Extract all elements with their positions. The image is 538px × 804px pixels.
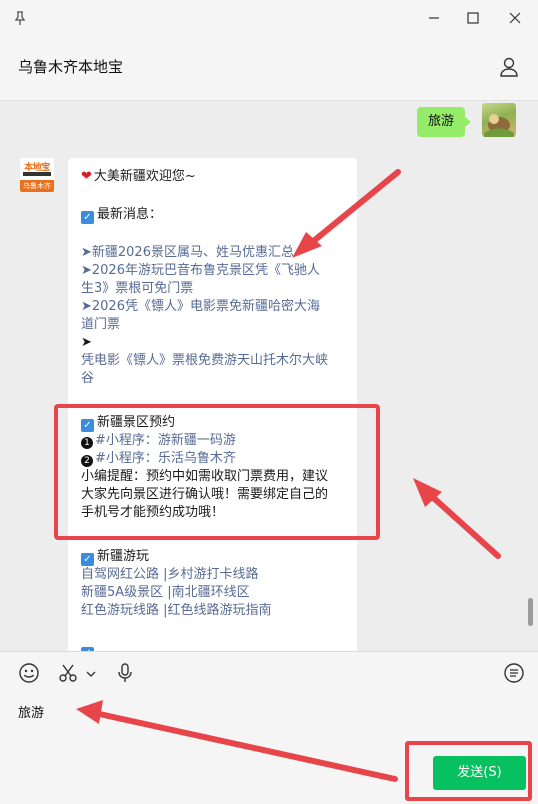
chat-title: 乌鲁木齐本地宝 bbox=[18, 58, 124, 76]
news-link-3-cont[interactable]: 道门票 bbox=[81, 316, 353, 334]
booking-link-2[interactable]: #小程序：乐活乌鲁木齐 bbox=[95, 451, 236, 466]
news-link-2[interactable]: ➤2026年游玩巴音布鲁克景区凭《飞驰人 bbox=[81, 262, 353, 280]
chat-header: 乌鲁木齐本地宝 bbox=[0, 36, 538, 101]
news-arrow: ➤ bbox=[81, 335, 92, 350]
next-section-partial: ✓ bbox=[81, 642, 353, 651]
news-title-line: ✓ 最新消息： bbox=[81, 206, 353, 224]
message-input[interactable]: 旅游 bbox=[18, 702, 44, 721]
travel-link-3[interactable]: 红色游玩线路 |红色线路游玩指南 bbox=[81, 602, 353, 620]
send-button[interactable]: 发送(S) bbox=[433, 756, 526, 790]
tip-line-3: 手机号才能预约成功哦！ bbox=[81, 505, 225, 520]
welcome-line: ❤ 大美新疆欢迎您~ bbox=[81, 168, 353, 186]
number-two-icon: 2 bbox=[81, 455, 93, 467]
chat-area[interactable]: 旅游 本地宝 乌鲁木齐 ❤ 大美新疆欢迎您~ ✓ 最新消息： ➤新疆2026景区属马… bbox=[0, 101, 538, 651]
window-titlebar bbox=[0, 0, 538, 36]
bot-message-card: ❤ 大美新疆欢迎您~ ✓ 最新消息： ➤新疆2026景区属马、姓马优惠汇总 ➤202… bbox=[68, 158, 357, 651]
booking-item-2[interactable]: 2 #小程序：乐活乌鲁木齐 bbox=[81, 450, 353, 468]
booking-title: 新疆景区预约 bbox=[97, 415, 176, 430]
number-one-icon: 1 bbox=[81, 437, 93, 449]
heart-icon: ❤ bbox=[81, 169, 92, 184]
close-icon[interactable] bbox=[505, 8, 525, 28]
news-link-2-cont[interactable]: 生3》票根可免门票 bbox=[81, 280, 353, 298]
news-link-4[interactable]: 凭电影《镖人》票根免费游天山托木尔大峡 bbox=[81, 352, 353, 370]
news-link-1[interactable]: ➤新疆2026景区属马、姓马优惠汇总 bbox=[81, 244, 353, 262]
microphone-icon[interactable] bbox=[114, 662, 136, 684]
avatar-image bbox=[484, 114, 514, 137]
bot-avatar[interactable]: 本地宝 乌鲁木齐 bbox=[20, 158, 54, 192]
pin-icon[interactable] bbox=[10, 8, 30, 28]
scissors-icon[interactable] bbox=[57, 662, 79, 684]
news-link-4-cont[interactable]: 谷 bbox=[81, 370, 353, 388]
chat-history-icon[interactable] bbox=[503, 662, 525, 684]
maximize-icon[interactable] bbox=[463, 8, 483, 28]
input-area: 旅游 发送(S) bbox=[0, 651, 538, 804]
chat-scrollbar[interactable] bbox=[528, 598, 533, 626]
travel-title: 新疆游玩 bbox=[97, 549, 150, 564]
booking-item-1[interactable]: 1 #小程序：游新疆一码游 bbox=[81, 432, 353, 450]
checkbox-icon: ✓ bbox=[81, 553, 94, 566]
user-icon[interactable] bbox=[498, 56, 520, 78]
welcome-text: 大美新疆欢迎您~ bbox=[93, 169, 196, 184]
checkbox-icon: ✓ bbox=[81, 419, 94, 432]
chevron-down-icon[interactable] bbox=[84, 662, 98, 684]
travel-link-2[interactable]: 新疆5A级景区 |南北疆环线区 bbox=[81, 584, 353, 602]
bot-logo-city: 乌鲁木齐 bbox=[20, 180, 54, 192]
travel-title-line: ✓ 新疆游玩 bbox=[81, 548, 353, 566]
minimize-icon[interactable] bbox=[424, 8, 444, 28]
bot-logo-bar bbox=[23, 172, 51, 176]
my-avatar[interactable] bbox=[482, 103, 516, 137]
news-link-3[interactable]: ➤2026凭《镖人》电影票免新疆哈密大海 bbox=[81, 298, 353, 316]
news-title: 最新消息： bbox=[97, 207, 163, 222]
tip-line-2: 大家先向景区进行确认哦！需要绑定自己的 bbox=[81, 487, 329, 502]
travel-link-1[interactable]: 自驾网红公路 |乡村游打卡线路 bbox=[81, 566, 353, 584]
booking-link-1[interactable]: #小程序：游新疆一码游 bbox=[95, 433, 236, 448]
booking-title-line: ✓ 新疆景区预约 bbox=[81, 414, 353, 432]
tip-line-1: 小编提醒：预约中如需收取门票费用，建议 bbox=[81, 469, 329, 484]
checkbox-icon: ✓ bbox=[81, 211, 94, 224]
emoji-icon[interactable] bbox=[18, 662, 40, 684]
my-message-bubble[interactable]: 旅游 bbox=[417, 107, 472, 137]
